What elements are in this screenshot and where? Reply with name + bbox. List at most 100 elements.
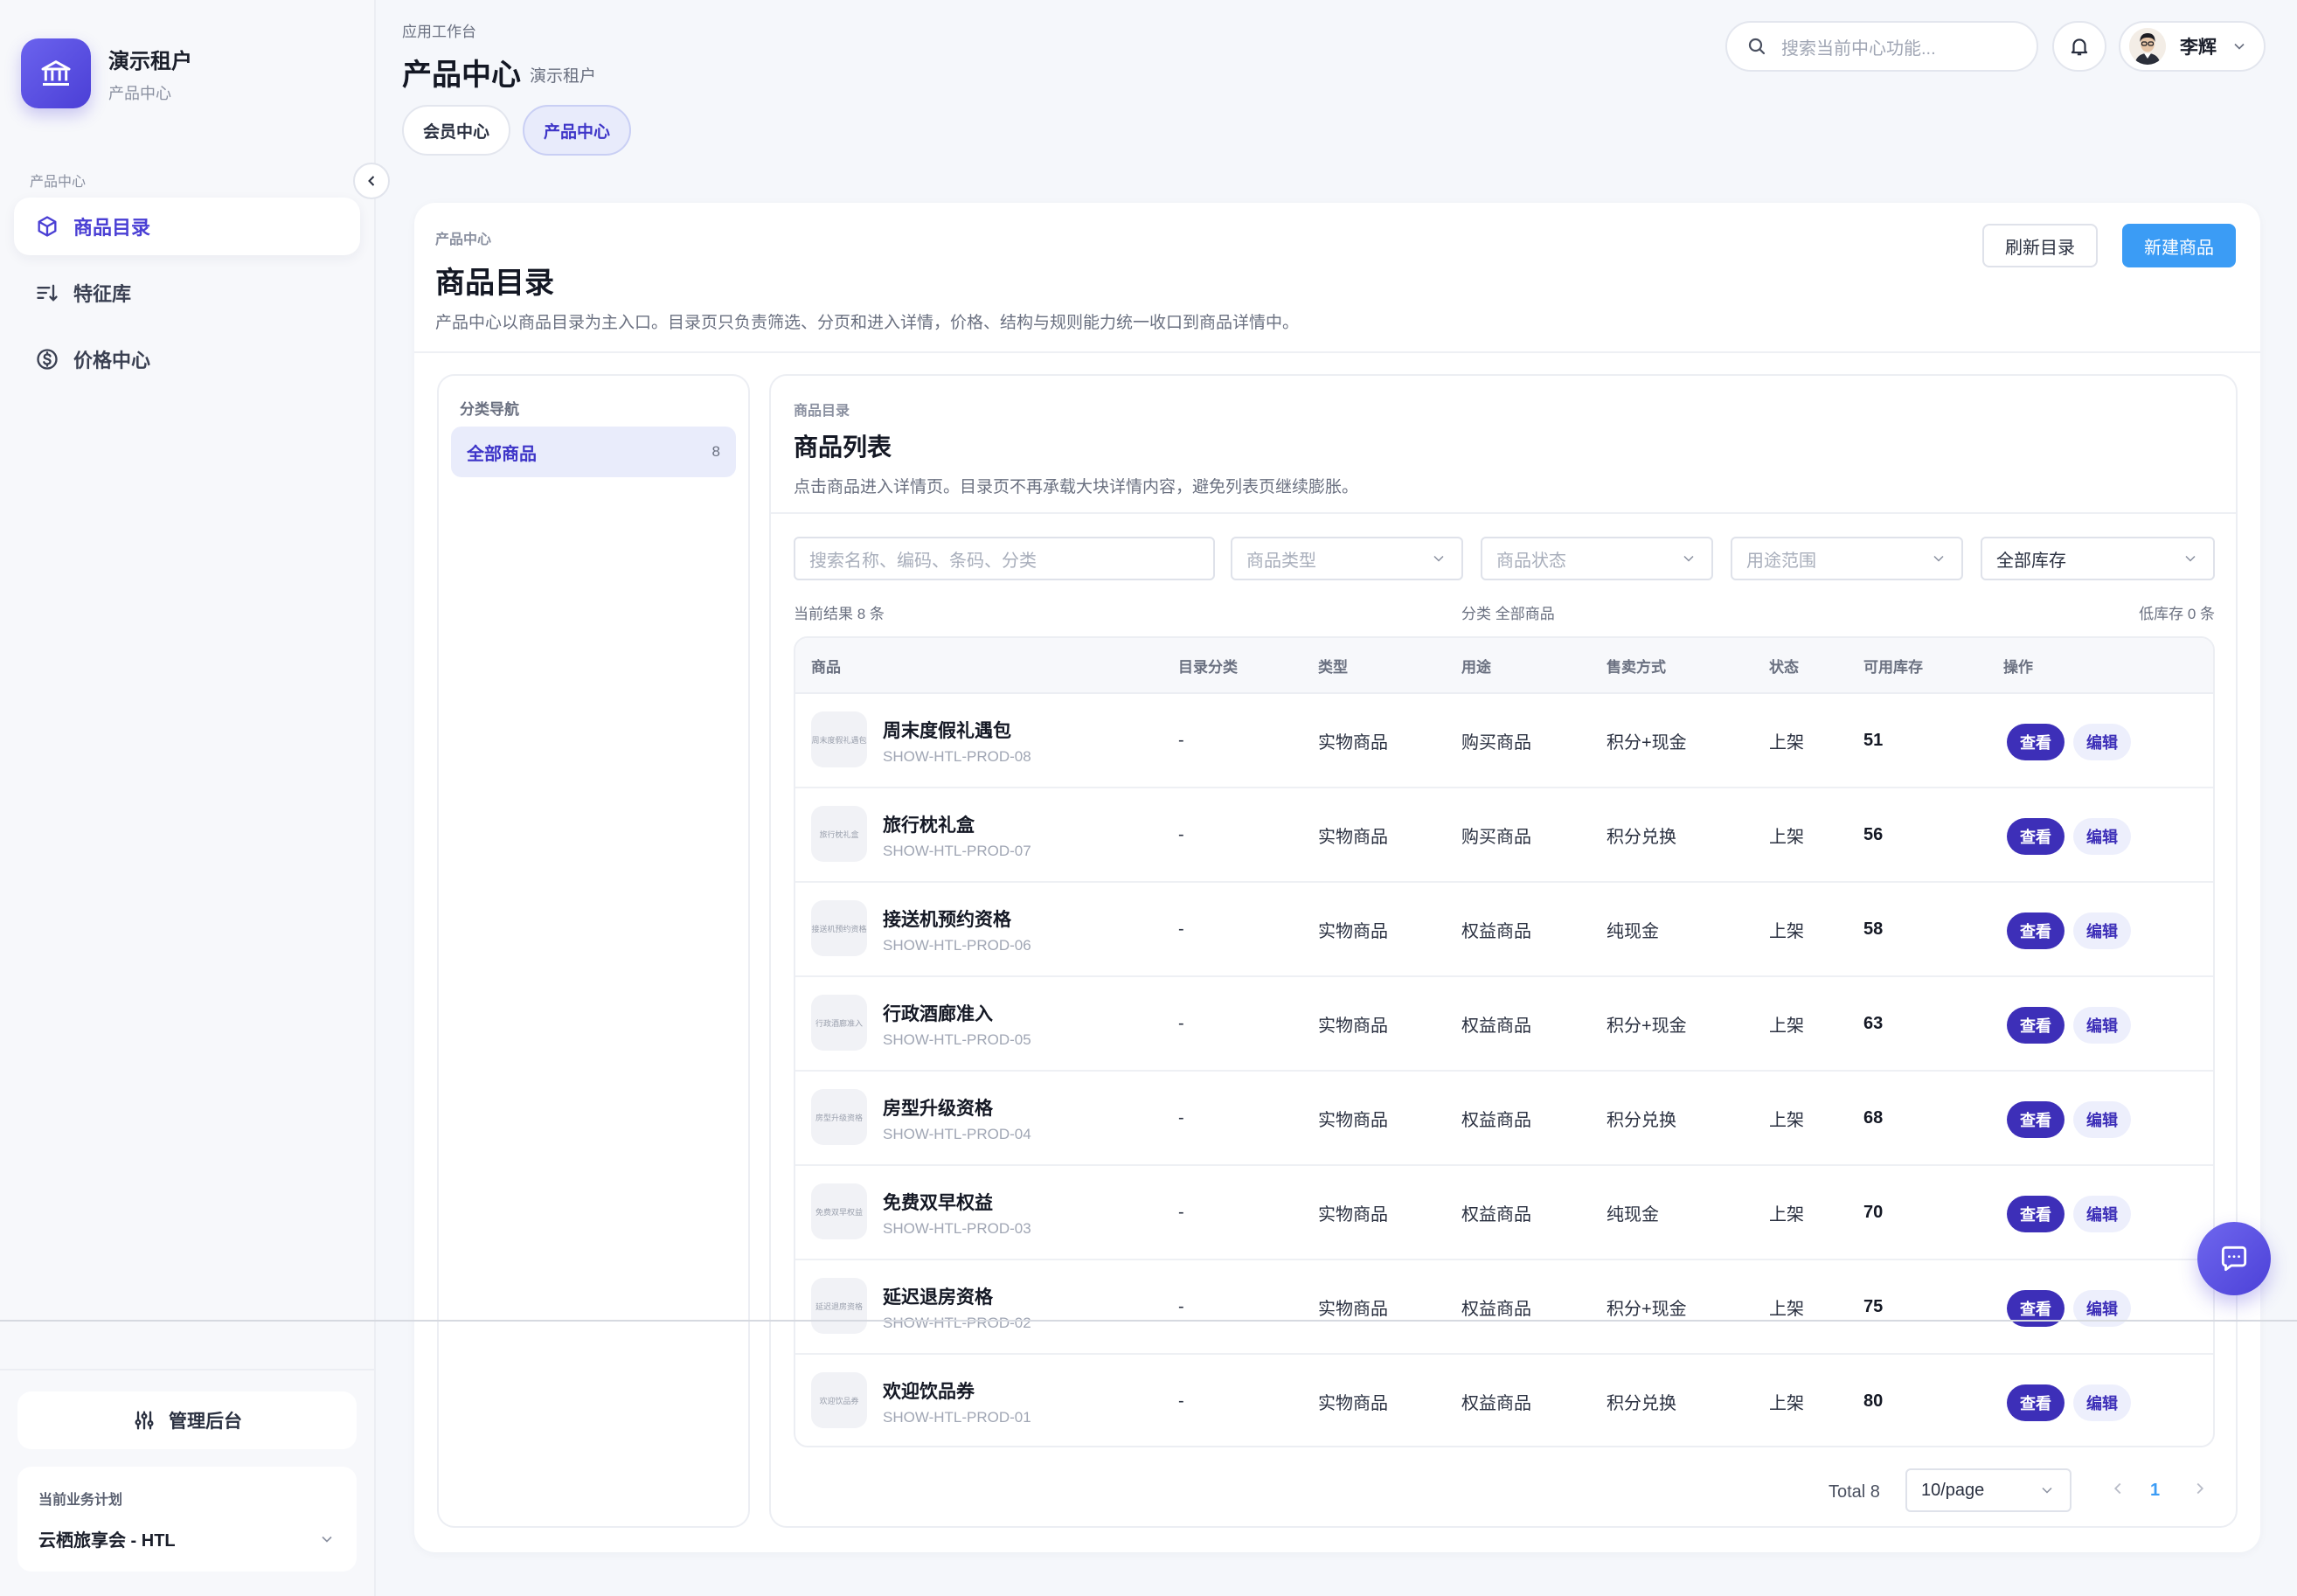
edit-button[interactable]: 编辑 xyxy=(2073,912,2131,949)
view-button[interactable]: 查看 xyxy=(2007,912,2065,949)
product-search-input[interactable]: 搜索名称、编码、条码、分类 xyxy=(794,537,1215,580)
table-row[interactable]: 房型升级资格 房型升级资格 SHOW-HTL-PROD-04 - 实物商品 权益商品 积分兑… xyxy=(795,1072,2213,1166)
table-row[interactable]: 欢迎饮品券 欢迎饮品券 SHOW-HTL-PROD-01 - 实物商品 权益商品 积分兑换 上… xyxy=(795,1355,2213,1446)
category-cell: - xyxy=(1178,1202,1184,1222)
view-button[interactable]: 查看 xyxy=(2007,1196,2065,1232)
admin-console-button[interactable]: 管理后台 xyxy=(17,1391,357,1449)
edit-button[interactable]: 编辑 xyxy=(2073,1007,2131,1044)
sidebar-collapse-button[interactable] xyxy=(353,163,390,199)
sale-method-cell: 纯现金 xyxy=(1607,1204,1659,1225)
plan-value: 云栖旅享会 - HTL xyxy=(38,1531,176,1551)
plan-label: 当前业务计划 xyxy=(38,1493,123,1508)
stock-cell: 58 xyxy=(1863,919,1884,939)
product-thumbnail: 旅行枕礼盒 xyxy=(811,806,867,862)
sale-method-cell: 积分兑换 xyxy=(1607,1393,1676,1413)
stock-filter-value: 全部库存 xyxy=(1996,551,2066,571)
product-name[interactable]: 免费双早权益 xyxy=(883,1189,993,1215)
result-count: 当前结果 8 条 xyxy=(794,606,885,622)
product-name[interactable]: 旅行枕礼盒 xyxy=(883,811,975,837)
usage-cell: 权益商品 xyxy=(1461,921,1531,941)
user-menu[interactable]: 李辉 xyxy=(2119,21,2266,72)
product-thumbnail: 免费双早权益 xyxy=(811,1183,867,1239)
tab-member-center[interactable]: 会员中心 xyxy=(402,105,511,156)
sidebar-item-catalog[interactable]: 商品目录 xyxy=(14,198,360,255)
sale-method-cell: 积分+现金 xyxy=(1607,1016,1687,1036)
new-product-button[interactable]: 新建商品 xyxy=(2122,224,2236,267)
next-page-button[interactable] xyxy=(2190,1479,2210,1502)
category-cell: - xyxy=(1178,824,1184,844)
chevron-down-icon xyxy=(322,1536,332,1543)
sale-method-cell: 积分兑换 xyxy=(1607,827,1676,847)
edit-button[interactable]: 编辑 xyxy=(2073,818,2131,855)
view-button[interactable]: 查看 xyxy=(2007,1007,2065,1044)
global-search[interactable]: 搜索当前中心功能... xyxy=(1725,21,2038,72)
stock-cell: 75 xyxy=(1863,1296,1884,1316)
table-row[interactable]: 免费双早权益 免费双早权益 SHOW-HTL-PROD-03 - 实物商品 权益商品 纯现金… xyxy=(795,1166,2213,1260)
product-type-select[interactable]: 商品类型 xyxy=(1231,537,1463,580)
section-title: 商品目录 xyxy=(435,267,554,300)
view-button[interactable]: 查看 xyxy=(2007,724,2065,760)
product-name[interactable]: 行政酒廊准入 xyxy=(883,1000,993,1026)
view-button[interactable]: 查看 xyxy=(2007,1101,2065,1138)
stock-cell: 56 xyxy=(1863,824,1884,844)
edit-button[interactable]: 编辑 xyxy=(2073,1384,2131,1421)
usage-scope-select[interactable]: 用途范围 xyxy=(1731,537,1963,580)
page-size-select[interactable]: 10/page xyxy=(1905,1468,2071,1512)
table-row[interactable]: 延迟退房资格 延迟退房资格 SHOW-HTL-PROD-02 - 实物商品 权益商品 积分+… xyxy=(795,1260,2213,1355)
product-name[interactable]: 延迟退房资格 xyxy=(883,1283,993,1309)
sidebar-item-pricing[interactable]: 价格中心 xyxy=(14,330,360,388)
tab-product-center[interactable]: 产品中心 xyxy=(523,105,632,156)
product-name[interactable]: 欢迎饮品券 xyxy=(883,1377,975,1404)
edit-button[interactable]: 编辑 xyxy=(2073,1101,2131,1138)
product-name[interactable]: 房型升级资格 xyxy=(883,1094,993,1121)
list-title: 商品列表 xyxy=(794,434,892,461)
breadcrumb[interactable]: 应用工作台 xyxy=(402,19,476,41)
chevron-down-icon xyxy=(2042,1487,2052,1494)
product-thumbnail: 行政酒廊准入 xyxy=(811,995,867,1051)
sidebar-item-features[interactable]: 特征库 xyxy=(14,264,360,322)
pagination-total: Total 8 xyxy=(1829,1482,1880,1502)
table-row[interactable]: 周末度假礼遇包 周末度假礼遇包 SHOW-HTL-PROD-08 - 实物商品 购买商品 积… xyxy=(795,694,2213,788)
product-status-select[interactable]: 商品状态 xyxy=(1481,537,1713,580)
notification-button[interactable] xyxy=(2052,21,2106,72)
status-cell: 上架 xyxy=(1769,921,1804,941)
dollar-circle-icon xyxy=(37,349,58,370)
table-row[interactable]: 行政酒廊准入 行政酒廊准入 SHOW-HTL-PROD-05 - 实物商品 权益商品 积分+… xyxy=(795,977,2213,1072)
sliders-icon xyxy=(135,1411,154,1430)
usage-cell: 权益商品 xyxy=(1461,1016,1531,1036)
type-cell: 实物商品 xyxy=(1318,732,1388,753)
status-cell: 上架 xyxy=(1769,1393,1804,1413)
edit-button[interactable]: 编辑 xyxy=(2073,1196,2131,1232)
category-item-all[interactable]: 全部商品 8 xyxy=(451,427,736,477)
category-cell: - xyxy=(1178,730,1184,750)
product-name[interactable]: 周末度假礼遇包 xyxy=(883,717,1011,743)
bank-icon xyxy=(21,38,91,108)
usage-cell: 权益商品 xyxy=(1461,1299,1531,1319)
product-thumbnail: 房型升级资格 xyxy=(811,1089,867,1145)
refresh-catalog-button[interactable]: 刷新目录 xyxy=(1982,224,2098,267)
brand[interactable]: 演示租户 产品中心 xyxy=(21,38,192,108)
usage-cell: 权益商品 xyxy=(1461,1204,1531,1225)
view-button[interactable]: 查看 xyxy=(2007,1384,2065,1421)
sale-method-cell: 积分兑换 xyxy=(1607,1110,1676,1130)
sidebar-item-label: 价格中心 xyxy=(73,350,151,371)
plan-select[interactable]: 云栖旅享会 - HTL xyxy=(38,1526,336,1551)
table-row[interactable]: 接送机预约资格 接送机预约资格 SHOW-HTL-PROD-06 - 实物商品 权益商品 纯… xyxy=(795,883,2213,977)
usage-cell: 权益商品 xyxy=(1461,1110,1531,1130)
chat-assistant-button[interactable] xyxy=(2197,1222,2271,1295)
page-number-current[interactable]: 1 xyxy=(2150,1481,2160,1501)
usage-cell: 购买商品 xyxy=(1461,827,1531,847)
chevron-down-icon xyxy=(2185,555,2196,562)
prev-page-button[interactable] xyxy=(2108,1479,2127,1502)
edit-button[interactable]: 编辑 xyxy=(2073,724,2131,760)
table-row[interactable]: 旅行枕礼盒 旅行枕礼盒 SHOW-HTL-PROD-07 - 实物商品 购买商品 积分兑换 上… xyxy=(795,788,2213,883)
low-stock-count: 低库存 0 条 xyxy=(2139,606,2215,622)
product-name[interactable]: 接送机预约资格 xyxy=(883,906,1011,932)
column-header: 售卖方式 xyxy=(1607,658,1666,676)
type-cell: 实物商品 xyxy=(1318,1016,1388,1036)
view-button[interactable]: 查看 xyxy=(2007,818,2065,855)
stock-filter-select[interactable]: 全部库存 xyxy=(1981,537,2215,580)
usage-cell: 购买商品 xyxy=(1461,732,1531,753)
search-input[interactable]: 搜索当前中心功能... xyxy=(1781,34,1936,59)
sort-lines-icon xyxy=(37,284,58,302)
